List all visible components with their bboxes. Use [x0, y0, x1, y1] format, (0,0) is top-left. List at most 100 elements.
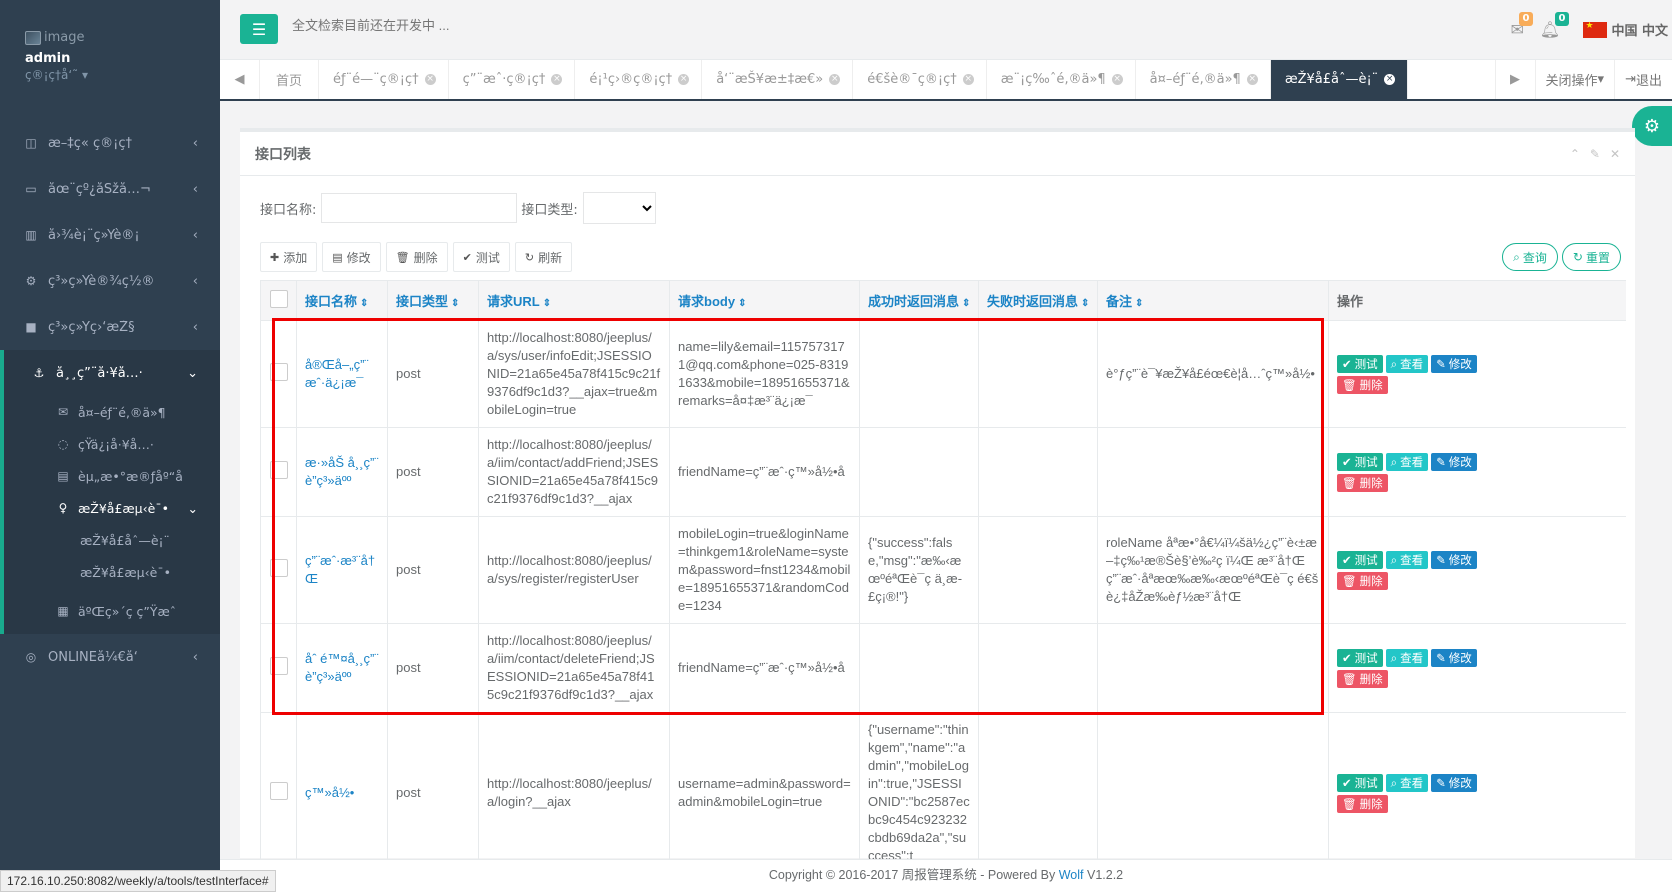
column-header-5[interactable]: 失败时返回消息 ⇕ — [978, 280, 1098, 321]
collapse-icon[interactable]: ⌃ — [1570, 147, 1580, 161]
column-header-1[interactable]: 接口类型 ⇕ — [387, 280, 479, 321]
tabs-scroll-left-button[interactable]: ◀ — [220, 60, 260, 99]
sidebar-subsub-item-interface-test[interactable]: æŽ¥å£æµ‹è¯• — [4, 556, 220, 588]
sidebar-subsub-item-interface-list[interactable]: æŽ¥å£åˆ—è¡¨ — [4, 524, 220, 556]
close-icon[interactable]: × — [1111, 74, 1123, 85]
sidebar-subitem-qrcode[interactable]: ▦ äºŒç»´ç ç”Ÿæˆ — [4, 588, 220, 634]
view-row-button[interactable]: ⌕ 查看 — [1385, 773, 1429, 792]
wrench-icon[interactable]: ✎ — [1590, 147, 1600, 161]
select-all-checkbox[interactable] — [269, 290, 288, 308]
brand-link[interactable]: Wolf — [1059, 868, 1084, 882]
test-button[interactable]: ✔ 测试 — [452, 242, 510, 272]
view-row-button[interactable]: ⌕ 查看 — [1385, 452, 1429, 471]
gear-icon: ⚙ — [25, 274, 37, 288]
sidebar-item-3[interactable]: ⚙ ç³»ç»Ÿè®¾ç½® ‹ — [0, 258, 220, 304]
tab-4[interactable]: é€šè®¯ç®¡ç† × — [853, 60, 987, 99]
row-checkbox[interactable] — [269, 781, 288, 800]
column-header-6[interactable]: 备注 ⇕ — [1097, 280, 1329, 321]
sidebar-subitem-1[interactable]: ◌ çŸ­ä¿¡å·¥å…· — [4, 428, 220, 460]
profile-role-dropdown[interactable]: ç®¡ç†å‘˜ ▾ — [25, 68, 220, 82]
close-icon[interactable]: × — [551, 74, 563, 85]
sidebar-item-4[interactable]: ■ ç³»ç»Ÿç›‘æŽ§ ‹ — [0, 304, 220, 350]
cell-name[interactable]: ç™»å½• — [296, 712, 388, 862]
query-button[interactable]: ⌕ 查询 — [1502, 243, 1558, 271]
cell-fail — [978, 712, 1098, 862]
tab-home[interactable]: 首页 — [260, 60, 320, 99]
view-row-button[interactable]: ⌕ 查看 — [1385, 354, 1429, 373]
view-row-button[interactable]: ⌕ 查看 — [1385, 550, 1429, 569]
sidebar-item-label: åœ¨çº¿åŠžå…¬ — [48, 181, 151, 197]
edit-row-button[interactable]: ✎ 修改 — [1431, 354, 1477, 373]
edit-row-button[interactable]: ✎ 修改 — [1431, 648, 1477, 667]
column-header-2[interactable]: 请求URL ⇕ — [478, 280, 670, 321]
edit-row-button[interactable]: ✎ 修改 — [1431, 773, 1477, 792]
test-row-button[interactable]: ✔ 测试 — [1337, 452, 1383, 471]
delete-row-button[interactable]: 🗑︎ 删除 — [1337, 669, 1388, 688]
close-icon[interactable]: × — [424, 74, 436, 85]
cell-name[interactable]: æ·»åŠ å¸¸ç”¨è”ç³»äºº — [296, 427, 388, 517]
tab-7[interactable]: æŽ¥å£åˆ—è¡¨ × — [1270, 60, 1409, 99]
close-icon[interactable]: × — [678, 74, 690, 85]
row-checkbox[interactable] — [269, 656, 288, 675]
tabs-scroll-right-button[interactable]: ▶ — [1494, 60, 1535, 99]
close-icon[interactable]: × — [962, 74, 974, 85]
logout-button[interactable]: ⇥ 退出 — [1614, 60, 1672, 99]
refresh-button[interactable]: ↻ 刷新 — [514, 242, 573, 272]
tab-6[interactable]: å¤–éƒ¨é‚®ä»¶ × — [1136, 60, 1271, 99]
sidebar-subitem-interface-test[interactable]: ♀ æŽ¥å£æµ‹è¯• ⌄ — [4, 492, 220, 524]
row-checkbox[interactable] — [269, 460, 288, 479]
close-operations-dropdown[interactable]: 关闭操作 ▾ — [1534, 60, 1615, 99]
row-checkbox[interactable] — [269, 558, 288, 577]
sidebar-item-0[interactable]: ◫ æ–‡ç« ç®¡ç† ‹ — [0, 120, 220, 166]
tab-2[interactable]: é¡¹ç›®ç®¡ç† × — [575, 60, 703, 99]
close-icon[interactable]: × — [1246, 74, 1258, 85]
sidebar-item-2[interactable]: ▥ å›¾è¡¨ç»Ÿè®¡ ‹ — [0, 212, 220, 258]
delete-row-button[interactable]: 🗑︎ 删除 — [1337, 794, 1388, 813]
sidebar-item-1[interactable]: ▭ åœ¨çº¿åŠžå…¬ ‹ — [0, 166, 220, 212]
column-header-0[interactable]: 接口名称 ⇕ — [296, 280, 388, 321]
interface-type-select[interactable] — [582, 192, 656, 224]
notification-button[interactable]: 🔔︎ 0 — [1540, 12, 1569, 39]
mail-button[interactable]: ✉ 0 — [1511, 12, 1533, 39]
sidebar-item-online-dev[interactable]: ◎ ONLINEå¼€å‘ ‹ — [0, 634, 220, 680]
close-icon[interactable]: × — [1384, 74, 1396, 85]
close-icon[interactable]: × — [829, 74, 841, 85]
tab-1[interactable]: ç”¨æˆ·ç®¡ç† × — [449, 60, 576, 99]
sidebar-subitem-0[interactable]: ✉ å¤–éƒ¨é‚®ä»¶ — [4, 396, 220, 428]
row-select-cell — [260, 623, 297, 713]
test-row-button[interactable]: ✔ 测试 — [1337, 550, 1383, 569]
edit-row-button[interactable]: ✎ 修改 — [1431, 550, 1477, 569]
theme-settings-button[interactable]: ⚙ — [1632, 106, 1672, 146]
edit-button[interactable]: ▤ 修改 — [322, 242, 381, 272]
delete-button[interactable]: 🗑︎ 删除 — [385, 242, 448, 272]
delete-row-button[interactable]: 🗑︎ 删除 — [1337, 375, 1388, 394]
edit-row-button[interactable]: ✎ 修改 — [1431, 452, 1477, 471]
table-row: å®Œå–„ç”¨æˆ·ä¿¡æ¯ post http://localhost:80… — [260, 320, 1626, 428]
language-selector[interactable]: 中国 中文 — [1583, 20, 1668, 39]
tab-3[interactable]: å‘¨æŠ¥æ±‡æ€» × — [702, 60, 854, 99]
test-row-button[interactable]: ✔ 测试 — [1337, 773, 1383, 792]
test-row-button[interactable]: ✔ 测试 — [1337, 354, 1383, 373]
close-icon[interactable]: ✕ — [1610, 147, 1620, 161]
sidebar-item-label: ç³»ç»Ÿç›‘æŽ§ — [48, 319, 135, 335]
column-header-4[interactable]: 成功时返回消息 ⇕ — [859, 280, 979, 321]
tab-5[interactable]: æ¨¡ç‰ˆé‚®ä»¶ × — [987, 60, 1136, 99]
delete-row-button[interactable]: 🗑︎ 删除 — [1337, 473, 1388, 492]
add-button[interactable]: ✚ 添加 — [260, 242, 318, 272]
row-checkbox[interactable] — [269, 362, 288, 381]
delete-row-button[interactable]: 🗑︎ 删除 — [1337, 571, 1388, 590]
menu-toggle-button[interactable]: ☰ — [240, 14, 278, 44]
cell-name[interactable]: å®Œå–„ç”¨æˆ·ä¿¡æ¯ — [296, 320, 388, 428]
column-header-3[interactable]: 请求body ⇕ — [669, 280, 860, 321]
interface-name-input[interactable] — [321, 193, 518, 223]
sidebar-item-tools[interactable]: ⚓ å¸¸ç”¨å·¥å…· ⌄ — [4, 350, 220, 396]
cell-name[interactable]: ç”¨æˆ·æ³¨å†Œ — [296, 516, 388, 624]
test-row-button[interactable]: ✔ 测试 — [1337, 648, 1383, 667]
tab-0[interactable]: éƒ¨é—¨ç®¡ç† × — [319, 60, 449, 99]
sidebar-subitem-2[interactable]: ▤ èµ„æ•°æ®ƒåº“å — [4, 460, 220, 492]
view-row-button[interactable]: ⌕ 查看 — [1385, 648, 1429, 667]
reset-button[interactable]: ↻ 重置 — [1561, 243, 1621, 271]
search-input[interactable] — [292, 18, 552, 33]
tabs-bar: ◀ 首页 éƒ¨é—¨ç®¡ç† × ç”¨æˆ·ç®¡ç† × é¡¹ç›®ç®¡ç†… — [220, 60, 1672, 101]
cell-name[interactable]: åˆ é™¤å¸¸ç”¨è”ç³»äºº — [296, 623, 388, 713]
